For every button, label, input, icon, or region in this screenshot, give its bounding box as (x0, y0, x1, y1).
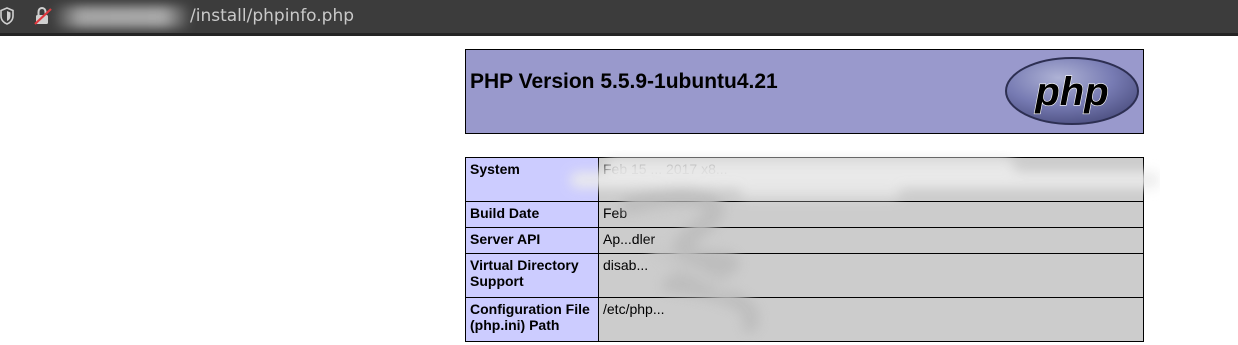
table-row: Virtual Directory Support disab... (465, 253, 1144, 298)
row-value: Ap...dler (598, 227, 1144, 254)
url-path-text[interactable]: /install/phpinfo.php (190, 5, 354, 27)
row-label: System (465, 157, 599, 202)
row-value: /etc/php... (598, 297, 1144, 342)
table-row: Configuration File (php.ini) Path /etc/p… (465, 297, 1144, 342)
redacted-host (52, 6, 192, 28)
shield-icon[interactable] (0, 7, 14, 25)
row-label: Configuration File (php.ini) Path (465, 297, 599, 342)
browser-url-bar[interactable]: /install/phpinfo.php (0, 0, 1238, 33)
row-label: Server API (465, 227, 599, 254)
php-logo-text: php (1034, 70, 1108, 114)
row-label: Build Date (465, 201, 599, 228)
row-value: Feb (598, 201, 1144, 228)
php-version-title: PHP Version 5.5.9-1ubuntu4.21 (470, 70, 778, 93)
php-logo-icon: php (1005, 57, 1139, 125)
insecure-lock-icon[interactable] (33, 6, 53, 26)
table-row: Build Date Feb (465, 201, 1144, 228)
row-label: Virtual Directory Support (465, 253, 599, 298)
phpinfo-table: System Feb 15 ... 2017 x8... Build Date … (465, 157, 1144, 342)
row-value: Feb 15 ... 2017 x8... (598, 157, 1144, 202)
table-row: Server API Ap...dler (465, 227, 1144, 254)
table-row: System Feb 15 ... 2017 x8... (465, 157, 1144, 202)
row-value: disab... (598, 253, 1144, 298)
phpinfo-header: PHP Version 5.5.9-1ubuntu4.21 php (465, 49, 1144, 134)
toolbar-divider (0, 33, 1238, 36)
